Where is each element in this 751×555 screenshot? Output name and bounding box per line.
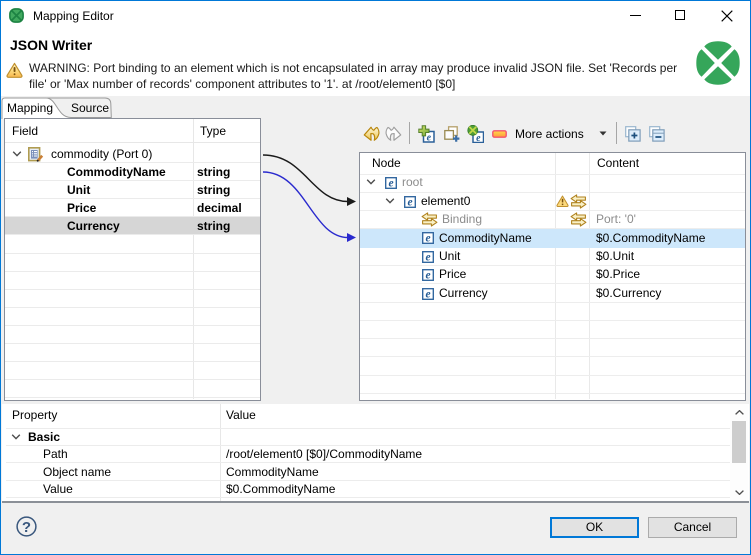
svg-text:e: e	[427, 132, 432, 143]
svg-text:e: e	[476, 133, 481, 143]
svg-text:?: ?	[22, 519, 31, 536]
